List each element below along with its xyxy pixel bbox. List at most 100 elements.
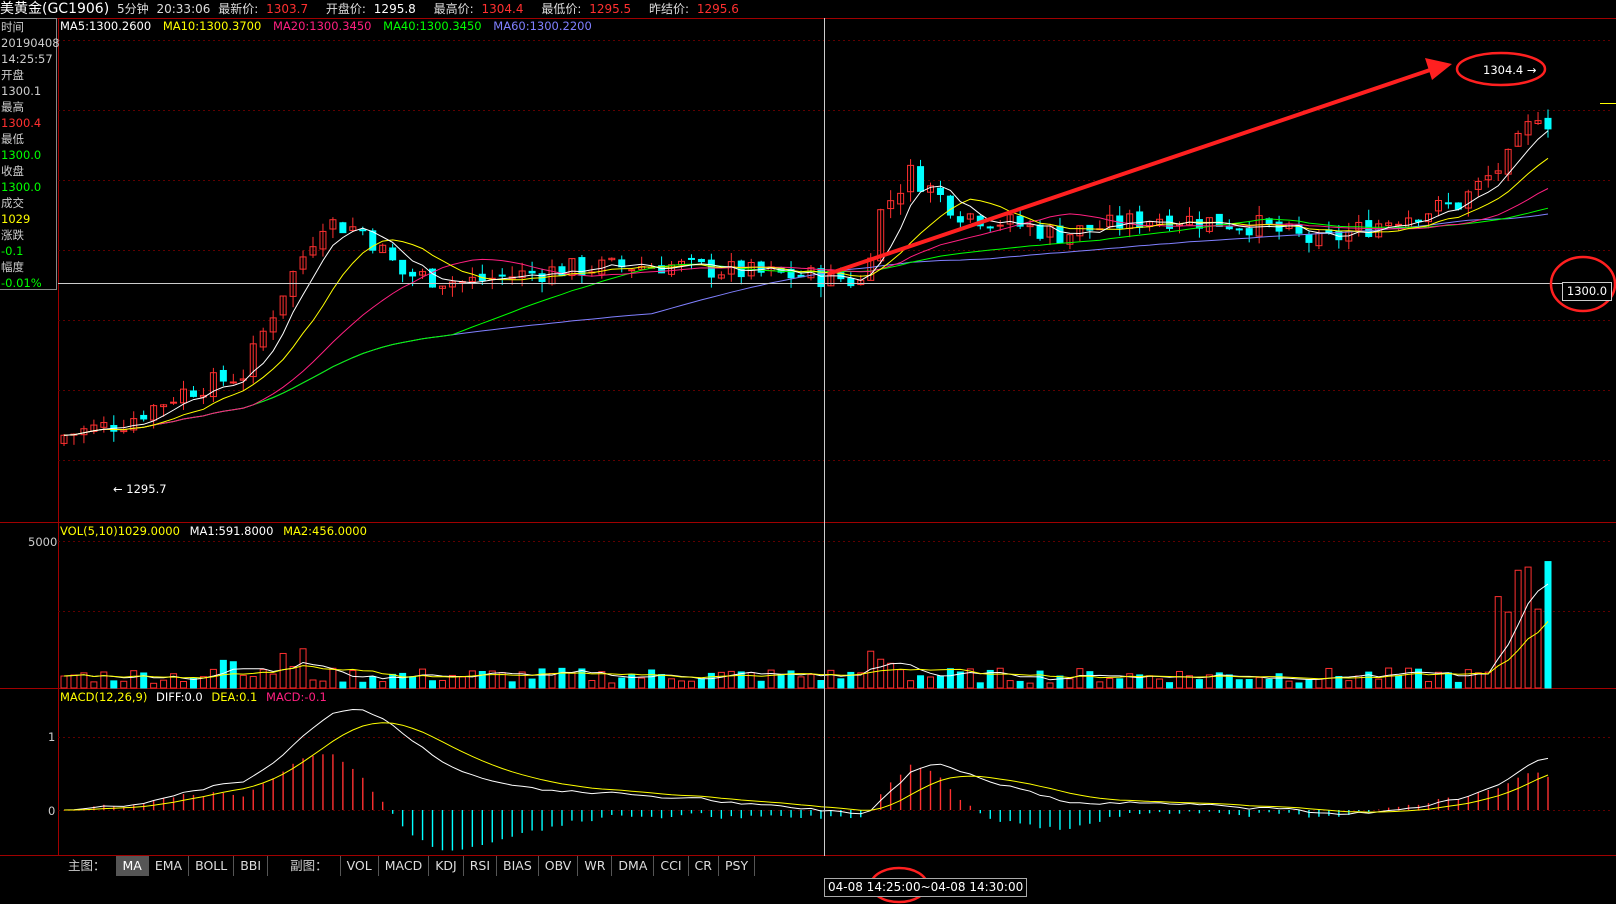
candle-body [399,259,407,275]
tab-boll[interactable]: BOLL [189,856,235,876]
vol-value: VOL(5,10)1029.0000 [60,524,180,538]
volume-bar [438,679,446,689]
volume-bar [1285,680,1293,689]
volume-bar [429,680,437,689]
ma60-legend: MA60:1300.2200 [493,19,592,33]
tab-ema[interactable]: EMA [149,856,190,876]
info-high-label: 最高 [1,100,24,114]
candle-body [1036,224,1044,239]
volume-bar [1484,671,1492,689]
candle-body [140,414,148,420]
macd-name: MACD(12,26,9) [60,690,148,704]
info-change-label: 涨跌 [1,228,24,242]
volume-bar [379,681,387,689]
macd-axis-0: 0 [48,804,56,818]
volume-bar [936,675,944,689]
volume-bar [1116,678,1124,689]
volume-bar [1076,668,1084,689]
macd-axis-1: 1 [48,730,56,744]
info-close: 1300.0 [1,180,42,194]
indicator-tab-bar: 主图： MA EMA BOLL BBI 副图： VOL MACD KDJ RSI… [58,856,756,876]
tab-ma[interactable]: MA [116,856,149,876]
candle-body [389,247,397,261]
tab-kdj[interactable]: KDJ [429,856,464,876]
candle-body [1245,228,1253,236]
volume-bar [976,682,984,689]
volume-bar [1424,681,1432,689]
volume-bar [668,678,676,689]
volume-bar [767,669,775,689]
volume-bar [309,679,317,689]
volume-bar [946,668,954,689]
volume-bar [747,672,755,689]
vol-legend: VOL(5,10)1029.0000 MA1:591.8000 MA2:456.… [60,524,373,538]
volume-bar [1305,679,1313,689]
candle-body [986,226,994,229]
volume-bar [608,682,616,689]
candle-body [996,224,1004,227]
tab-cr[interactable]: CR [689,856,719,876]
tab-obv[interactable]: OBV [539,856,579,876]
volume-bar [180,680,188,689]
candle-body [697,258,705,263]
candle-body [1305,234,1313,243]
volume-bar [239,674,247,689]
volume-bar [528,678,536,689]
low-marker-label: ← 1295.7 [113,482,167,496]
volume-bar [917,675,925,689]
tab-rsi[interactable]: RSI [464,856,498,876]
macd-dea-line [64,722,1549,813]
volume-bar [727,670,735,689]
volume-bar [419,668,427,689]
volume-bar [1494,596,1502,689]
volume-bar [369,676,377,689]
volume-bar [120,680,128,689]
volume-bar [458,676,466,689]
volume-bar [817,680,825,689]
tab-bias[interactable]: BIAS [497,856,539,876]
volume-bar [1066,678,1074,689]
ma10-legend: MA10:1300.3700 [162,19,262,33]
tab-vol[interactable]: VOL [341,856,379,876]
candle-body [956,216,964,223]
candle-body [339,222,347,234]
volume-bar [1544,561,1552,689]
tab-wr[interactable]: WR [578,856,613,876]
volume-bar [339,681,347,689]
candle-body [558,266,566,277]
volume-bar [269,673,277,689]
volume-bar [1474,672,1482,689]
candle-body [628,269,636,272]
info-open-label: 开盘 [1,68,24,82]
candle-body [578,257,586,276]
volume-bar [209,668,217,689]
tab-psy[interactable]: PSY [719,856,756,876]
volume-bar [628,673,636,689]
volume-bar [558,667,566,689]
ma5-legend: MA5:1300.2600 [60,19,152,33]
volume-bar [1444,672,1452,689]
tab-bbi[interactable]: BBI [234,856,269,876]
volume-bar [409,676,417,689]
vol-axis-5000: 5000 [28,535,58,549]
volume-bar [1106,677,1114,689]
volume-bar [1524,566,1532,689]
tab-dma[interactable]: DMA [612,856,655,876]
tab-macd[interactable]: MACD [379,856,430,876]
candle-body [1444,202,1452,205]
volume-bar [568,672,576,689]
volume-bar [1006,680,1014,689]
volume-bar [638,677,646,689]
candle-body [917,166,925,192]
volume-bar [678,680,686,689]
tab-cci[interactable]: CCI [654,856,689,876]
ma20-legend: MA20:1300.3450 [272,19,372,33]
crosshair-info-panel: 时间 20190408 14:25:57 开盘 1300.1 最高 1300.4… [0,18,60,290]
volume-bar [658,674,666,689]
volume-bar [1255,677,1263,689]
info-volume-label: 成交 [1,196,24,210]
candle-body [229,381,237,384]
volume-bar [478,671,486,689]
kline-chart[interactable] [0,0,1616,904]
ma40-legend: MA40:1300.3450 [383,19,482,33]
